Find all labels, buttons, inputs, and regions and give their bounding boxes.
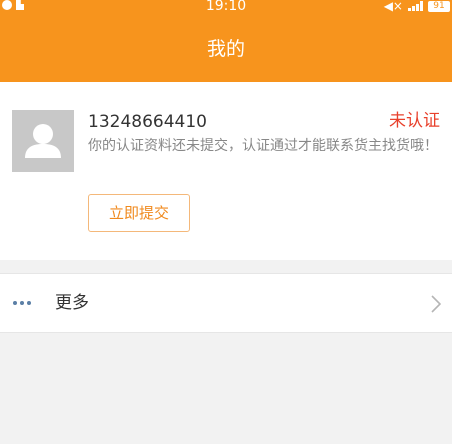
phone-number: 13248664410 <box>88 112 207 132</box>
more-label: 更多 <box>55 293 89 313</box>
chevron-right-icon <box>431 295 441 313</box>
battery-icon: 91 <box>428 0 450 12</box>
profile-card: 13248664410 未认证 你的认证资料还未提交，认证通过才能联系货主找货哦… <box>0 82 452 260</box>
person-icon[interactable] <box>12 110 74 172</box>
signal-icon <box>408 1 423 11</box>
mute-icon: ◀× <box>383 0 403 13</box>
submit-now-button[interactable]: 立即提交 <box>88 194 190 232</box>
status-bar: 19:10 ◀× 91 <box>0 0 452 14</box>
verification-notice: 你的认证资料还未提交，认证通过才能联系货主找货哦！ <box>88 138 438 154</box>
more-row[interactable]: 更多 <box>0 273 452 333</box>
ellipsis-icon <box>13 301 31 305</box>
page-title: 我的 <box>206 38 245 60</box>
verification-status: 未认证 <box>389 111 440 131</box>
status-right: ◀× 91 <box>384 0 450 12</box>
app-header: 19:10 ◀× 91 我的 <box>0 0 452 82</box>
